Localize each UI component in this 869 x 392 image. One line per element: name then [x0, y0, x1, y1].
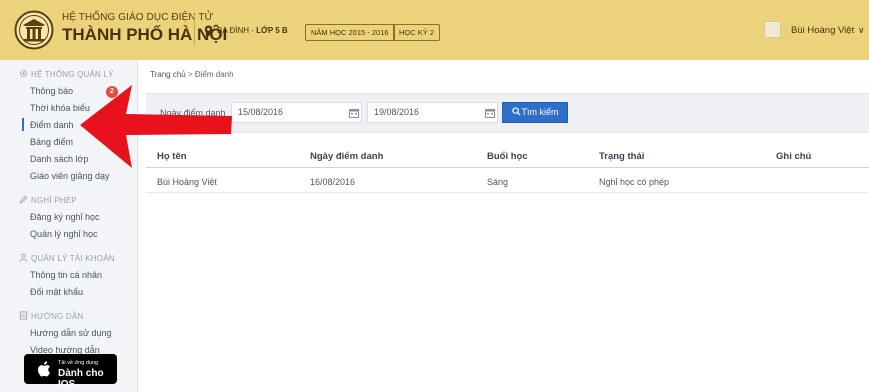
- sidebar-item-leave-manage[interactable]: Quản lý nghỉ học: [30, 229, 98, 239]
- brand-title: THÀNH PHỐ HÀ NỘI: [62, 25, 228, 44]
- sidebar-section-leave: NGHỈ PHÉP: [19, 195, 77, 205]
- ios-app-store-badge[interactable]: Tải về ứng dụng Dành cho IOS: [24, 354, 117, 390]
- store-badge-caption: Tải về ứng dụng: [58, 360, 99, 366]
- school-year-badge[interactable]: NĂM HỌC 2015 - 2016: [305, 24, 395, 41]
- calendar-icon[interactable]: [349, 108, 359, 118]
- brand-subtitle: HỆ THỐNG GIÁO DỤC ĐIỆN TỬ: [62, 12, 214, 23]
- column-header-note[interactable]: Ghi chú: [776, 151, 811, 162]
- sidebar-item-change-password[interactable]: Đổi mật khẩu: [30, 287, 83, 297]
- column-header-session[interactable]: Buổi học: [487, 151, 528, 162]
- sidebar-section-system: HỆ THỐNG QUẢN LÝ: [19, 69, 114, 79]
- to-date-input[interactable]: 19/08/2016: [367, 102, 498, 123]
- location-pin-icon: [204, 25, 213, 37]
- breadcrumb: Trang chủ > Điểm danh: [150, 70, 234, 79]
- user-name[interactable]: Bùi Hoàng Việt: [791, 25, 854, 36]
- chevron-down-icon[interactable]: ∨: [858, 25, 865, 36]
- document-icon: [19, 311, 28, 320]
- search-icon: [511, 107, 521, 116]
- user-icon: [19, 253, 28, 262]
- location-label: BA ĐÌNH - LỚP 5 B: [217, 26, 288, 35]
- breadcrumb-separator: >: [185, 70, 195, 79]
- cell-session: Sáng: [487, 177, 509, 187]
- breadcrumb-current: Điểm danh: [194, 70, 234, 79]
- search-button-label: Tìm kiếm: [521, 107, 559, 117]
- sidebar-item-user-guide[interactable]: Hướng dẫn sử dụng: [30, 328, 112, 338]
- sidebar-item-grades[interactable]: Bảng điểm: [30, 137, 73, 147]
- calendar-icon[interactable]: [485, 108, 495, 118]
- sidebar-section-account: QUẢN LÝ TÀI KHOẢN: [19, 253, 115, 263]
- search-button[interactable]: Tìm kiếm: [502, 102, 568, 123]
- active-indicator: [22, 118, 24, 131]
- semester-badge[interactable]: HỌC KỲ 2: [393, 24, 441, 41]
- pencil-icon: [19, 195, 28, 204]
- sidebar-item-attendance[interactable]: Điểm danh: [30, 120, 74, 130]
- hanoi-emblem-icon[interactable]: [14, 10, 54, 50]
- sidebar-item-notifications[interactable]: Thông báo: [30, 86, 73, 96]
- sidebar-item-leave-register[interactable]: Đăng ký nghỉ học: [30, 212, 100, 222]
- app-header: HỆ THỐNG GIÁO DỤC ĐIỆN TỬ THÀNH PHỐ HÀ N…: [0, 0, 869, 60]
- breadcrumb-home[interactable]: Trang chủ: [150, 70, 186, 79]
- sidebar-section-guide: HƯỚNG DẪN: [19, 311, 83, 321]
- gear-icon: [19, 69, 28, 78]
- column-header-date[interactable]: Ngày điểm danh: [310, 151, 383, 162]
- cell-status: Nghỉ học có phép: [599, 177, 670, 187]
- cell-date: 16/08/2016: [310, 177, 356, 187]
- header-divider: [194, 14, 195, 46]
- red-arrow-annotation: [80, 85, 232, 168]
- column-header-status[interactable]: Trạng thái: [599, 151, 644, 162]
- store-badge-title: Dành cho IOS: [58, 368, 104, 390]
- sidebar-item-profile[interactable]: Thông tin cá nhân: [30, 270, 102, 280]
- apple-logo-icon: [37, 361, 50, 377]
- from-date-input[interactable]: 15/08/2016: [231, 102, 362, 123]
- avatar[interactable]: [764, 21, 781, 38]
